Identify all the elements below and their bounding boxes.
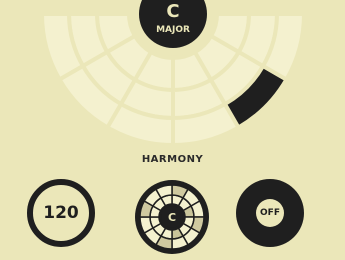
tempo-button[interactable]: 120 bbox=[27, 179, 95, 247]
section-label-harmony: HARMONY bbox=[141, 154, 204, 165]
harmony-wheel[interactable]: C MAJOR bbox=[0, 0, 345, 150]
toggle-inner: OFF bbox=[256, 199, 284, 227]
mini-wheel-note: C bbox=[168, 211, 176, 224]
key-mode: MAJOR bbox=[156, 25, 190, 35]
toggle-off-button[interactable]: OFF bbox=[236, 179, 304, 247]
tempo-value: 120 bbox=[43, 203, 79, 223]
mini-key-wheel[interactable]: C bbox=[134, 179, 210, 255]
toggle-label: OFF bbox=[260, 208, 280, 218]
key-note: C bbox=[166, 1, 179, 22]
